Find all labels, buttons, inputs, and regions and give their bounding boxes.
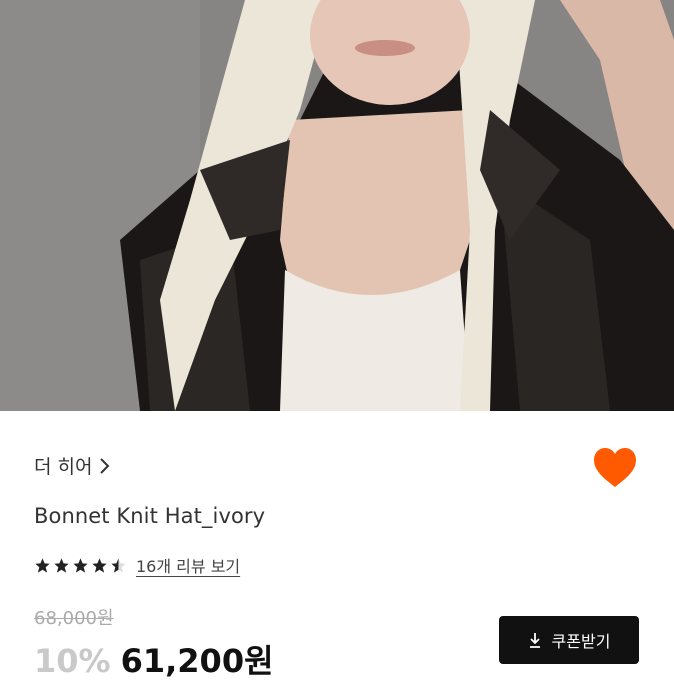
star-icon <box>92 557 107 573</box>
sale-price: 61,200원 <box>120 642 274 680</box>
download-icon <box>529 633 540 648</box>
price-row: 10% 61,200원 <box>34 636 274 682</box>
brand-link[interactable]: 더 히어 <box>34 452 112 479</box>
product-photo <box>0 0 674 411</box>
coupon-label: 쿠폰받기 <box>551 632 611 651</box>
star-icon <box>73 557 88 573</box>
brand-name: 더 히어 <box>34 456 93 478</box>
heart-icon[interactable] <box>592 446 638 490</box>
product-title: Bonnet Knit Hat_ivory <box>34 504 266 528</box>
product-image[interactable] <box>0 0 674 411</box>
star-icon <box>54 557 69 573</box>
star-rating <box>34 557 127 574</box>
star-half-icon <box>111 557 126 573</box>
review-link[interactable]: 16개 리뷰 보기 <box>136 553 240 577</box>
chevron-right-icon <box>100 457 110 474</box>
original-price: 68,000원 <box>34 608 114 629</box>
coupon-button[interactable]: 쿠폰받기 <box>499 616 639 664</box>
star-icon <box>35 557 50 573</box>
rating-row: 16개 리뷰 보기 <box>34 553 240 577</box>
discount-rate: 10% <box>34 642 111 680</box>
